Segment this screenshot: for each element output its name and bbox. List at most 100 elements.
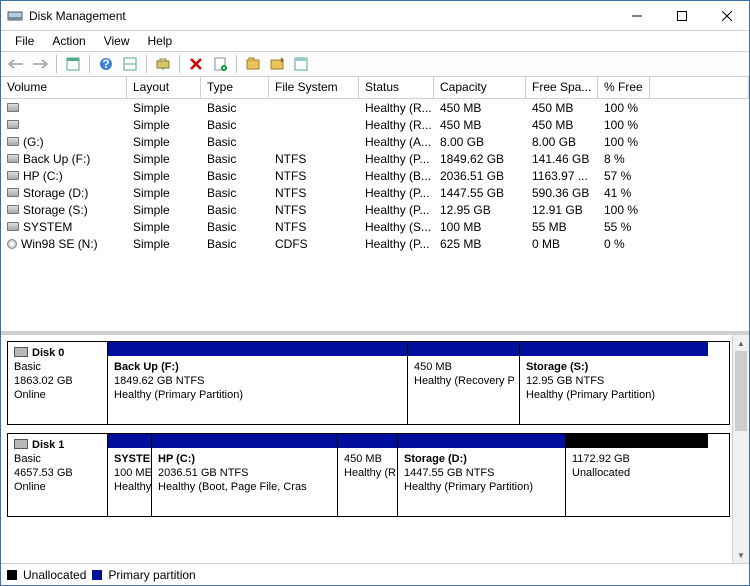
volume-capacity: 12.95 GB [434,203,526,217]
volume-free: 450 MB [526,101,598,115]
disk-label[interactable]: Disk 1Basic4657.53 GBOnline [7,433,107,517]
volume-type: Basic [201,186,269,200]
table-row[interactable]: SimpleBasicHealthy (R...450 MB450 MB100 … [1,116,749,133]
close-button[interactable] [704,1,749,30]
help-icon[interactable]: ? [95,53,117,75]
volume-free: 0 MB [526,237,598,251]
volume-status: Healthy (B... [359,169,434,183]
volume-capacity: 450 MB [434,118,526,132]
volume-list-header[interactable]: Volume Layout Type File System Status Ca… [1,77,749,99]
legend-unallocated-label: Unallocated [23,568,86,582]
volume-free: 141.46 GB [526,152,598,166]
maximize-button[interactable] [659,1,704,30]
menu-action[interactable]: Action [44,33,93,49]
disk-row[interactable]: Disk 0Basic1863.02 GBOnlineBack Up (F:)1… [7,341,730,425]
partition[interactable]: 450 MBHealthy (Recovery P [408,342,520,424]
disk-label[interactable]: Disk 0Basic1863.02 GBOnline [7,341,107,425]
table-row[interactable]: SYSTEMSimpleBasicNTFSHealthy (S...100 MB… [1,218,749,235]
refresh-icon[interactable] [152,53,174,75]
col-layout[interactable]: Layout [127,77,201,98]
table-row[interactable]: Back Up (F:)SimpleBasicNTFSHealthy (P...… [1,150,749,167]
volume-layout: Simple [127,186,201,200]
partition[interactable]: 1172.92 GBUnallocated [566,434,708,516]
volume-type: Basic [201,152,269,166]
volume-name: (G:) [23,135,44,149]
menu-help[interactable]: Help [140,33,181,49]
volume-free: 8.00 GB [526,135,598,149]
forward-button[interactable] [29,53,51,75]
menu-view[interactable]: View [96,33,138,49]
table-row[interactable]: (G:)SimpleBasicHealthy (A...8.00 GB8.00 … [1,133,749,150]
scroll-up-icon[interactable]: ▲ [733,335,749,351]
delete-icon[interactable] [185,53,207,75]
toolbar-view-icon[interactable] [62,53,84,75]
disk-icon [14,347,28,357]
partition[interactable]: HP (C:)2036.51 GB NTFSHealthy (Boot, Pag… [152,434,338,516]
minimize-button[interactable] [614,1,659,30]
scroll-down-icon[interactable]: ▼ [733,547,749,563]
col-type[interactable]: Type [201,77,269,98]
volume-pct: 100 % [598,135,650,149]
svg-text:?: ? [102,57,109,71]
drive-icon [7,120,19,129]
disk-row[interactable]: Disk 1Basic4657.53 GBOnlineSYSTEI100 MEH… [7,433,730,517]
volume-status: Healthy (R... [359,118,434,132]
menu-file[interactable]: File [7,33,42,49]
partition[interactable]: 450 MBHealthy (R [338,434,398,516]
app-icon [7,8,23,24]
volume-pct: 55 % [598,220,650,234]
cd-icon [7,239,17,249]
properties-icon[interactable] [209,53,231,75]
table-row[interactable]: Win98 SE (N:)SimpleBasicCDFSHealthy (P..… [1,235,749,252]
volume-capacity: 1447.55 GB [434,186,526,200]
table-row[interactable]: Storage (S:)SimpleBasicNTFSHealthy (P...… [1,201,749,218]
volume-status: Healthy (P... [359,237,434,251]
volume-type: Basic [201,237,269,251]
scrollbar-thumb[interactable] [735,351,747,431]
window-title: Disk Management [29,9,614,23]
col-volume[interactable]: Volume [1,77,127,98]
volume-pct: 41 % [598,186,650,200]
table-row[interactable]: Storage (D:)SimpleBasicNTFSHealthy (P...… [1,184,749,201]
volume-free: 12.91 GB [526,203,598,217]
graphical-view-body[interactable]: Disk 0Basic1863.02 GBOnlineBack Up (F:)1… [1,335,732,563]
volume-fs: NTFS [269,169,359,183]
col-spacer [650,77,749,98]
volume-status: Healthy (R... [359,101,434,115]
volume-capacity: 1849.62 GB [434,152,526,166]
col-status[interactable]: Status [359,77,434,98]
volume-name: Storage (S:) [23,203,88,217]
col-free[interactable]: Free Spa... [526,77,598,98]
drive-icon [7,205,19,214]
table-row[interactable]: SimpleBasicHealthy (R...450 MB450 MB100 … [1,99,749,116]
volume-pct: 100 % [598,101,650,115]
partition[interactable]: Back Up (F:)1849.62 GB NTFSHealthy (Prim… [108,342,408,424]
volume-pct: 8 % [598,152,650,166]
partition[interactable]: Storage (D:)1447.55 GB NTFSHealthy (Prim… [398,434,566,516]
partition[interactable]: Storage (S:)12.95 GB NTFSHealthy (Primar… [520,342,708,424]
volume-status: Healthy (S... [359,220,434,234]
volume-pct: 100 % [598,203,650,217]
toolbar-pane-icon[interactable] [119,53,141,75]
toolbar-action1-icon[interactable] [242,53,264,75]
volume-pct: 100 % [598,118,650,132]
volume-status: Healthy (P... [359,186,434,200]
table-row[interactable]: HP (C:)SimpleBasicNTFSHealthy (B...2036.… [1,167,749,184]
col-fs[interactable]: File System [269,77,359,98]
legend-primary-swatch [92,570,102,580]
volume-type: Basic [201,101,269,115]
col-capacity[interactable]: Capacity [434,77,526,98]
legend: Unallocated Primary partition [1,563,749,585]
partition[interactable]: SYSTEI100 MEHealthy [108,434,152,516]
volume-capacity: 8.00 GB [434,135,526,149]
volume-free: 1163.97 ... [526,169,598,183]
volume-name: Storage (D:) [23,186,88,200]
scrollbar[interactable]: ▲ ▼ [732,335,749,563]
back-button[interactable] [5,53,27,75]
volume-list-body[interactable]: SimpleBasicHealthy (R...450 MB450 MB100 … [1,99,749,331]
toolbar-action3-icon[interactable] [290,53,312,75]
titlebar[interactable]: Disk Management [1,1,749,31]
toolbar-action2-icon[interactable] [266,53,288,75]
col-pct[interactable]: % Free [598,77,650,98]
disk-management-window: Disk Management File Action View Help ? [0,0,750,586]
